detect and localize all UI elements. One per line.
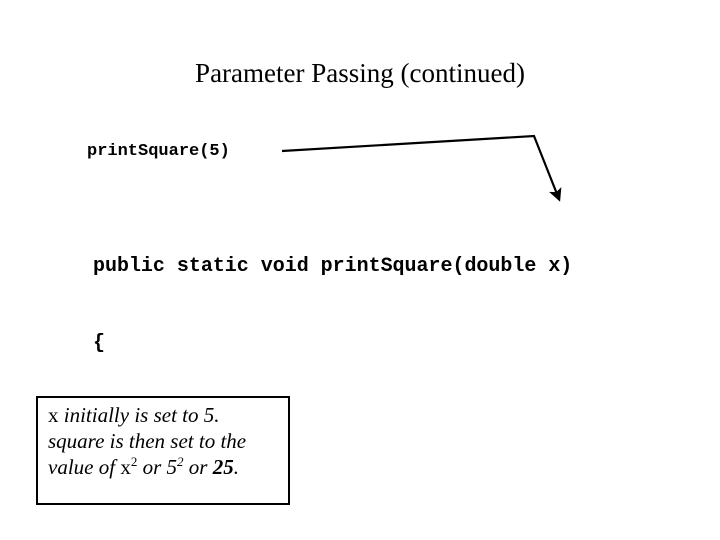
code-line: { (93, 331, 105, 355)
annotation-line-1-rest: initially is set to 5. (58, 403, 220, 427)
variable-x: x (120, 455, 131, 479)
annotation-line-3: value of x2 or 52 or 25. (48, 454, 288, 480)
annotation-text: x initially is set to 5. square is then … (48, 402, 288, 480)
annotation-line-1: x initially is set to 5. (48, 402, 288, 428)
annotation-line-2: square is then set to the (48, 428, 288, 454)
variable-x: x (48, 403, 59, 427)
annotation-box: x initially is set to 5. square is then … (36, 396, 290, 505)
annotation-line-3-prefix: value of (48, 455, 121, 479)
annotation-line-2-text: square is then set to the (48, 429, 247, 453)
annotation-line-3-mid1: or 5 (137, 455, 178, 479)
arrow-connector-icon (281, 134, 562, 202)
annotation-line-3-period: . (233, 455, 239, 479)
result-value: 25 (212, 455, 234, 479)
connector-path (281, 134, 562, 202)
code-line: public static void printSquare(double x) (93, 255, 573, 278)
slide-canvas: Parameter Passing (continued) printSquar… (0, 0, 720, 540)
call-site-code: printSquare(5) (87, 142, 230, 161)
page-title: Parameter Passing (continued) (195, 58, 525, 88)
annotation-line-3-mid2: or (183, 455, 213, 479)
